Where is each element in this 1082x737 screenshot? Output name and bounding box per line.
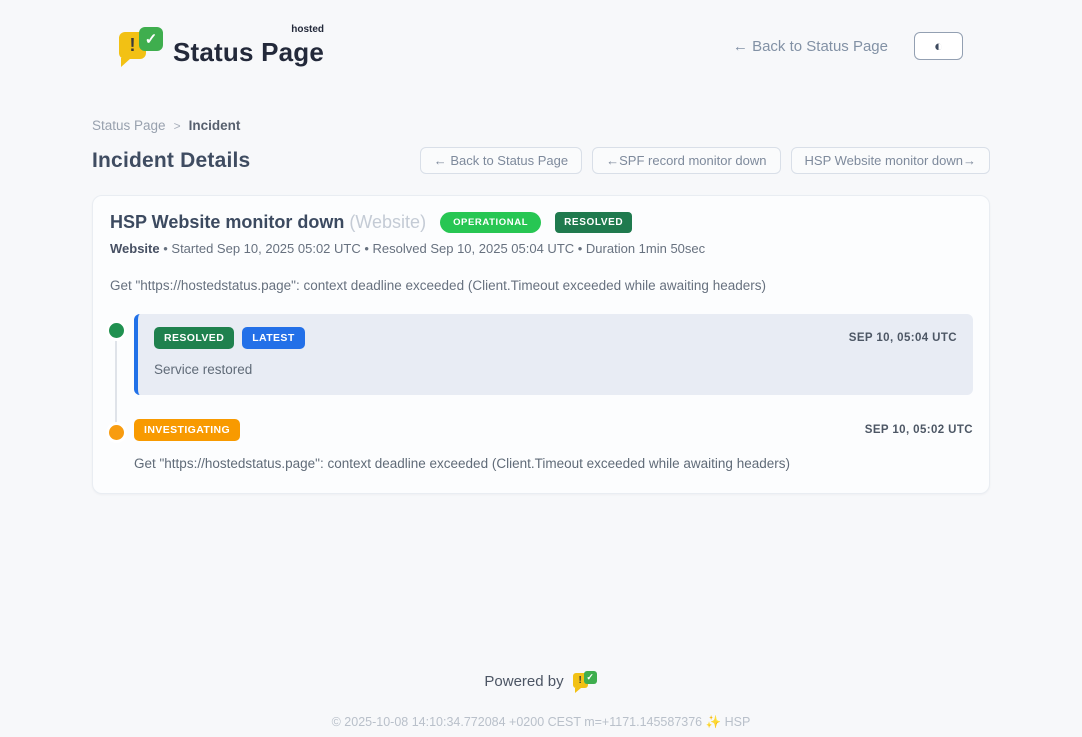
incident-service: Website	[110, 241, 160, 256]
timeline-entry-head: RESOLVED LATEST SEP 10, 05:04 UTC	[154, 327, 957, 349]
powered-by: Powered by ! ✓	[0, 670, 1082, 693]
topbar: ! ✓ Status Page hosted ← Back to Status …	[119, 0, 963, 76]
timeline-entry-resolved: RESOLVED LATEST SEP 10, 05:04 UTC Servic…	[109, 314, 973, 395]
incident-title-text: HSP Website monitor down	[110, 212, 344, 232]
timeline-entry-plain-box: INVESTIGATING SEP 10, 05:02 UTC Get "htt…	[134, 419, 973, 471]
investigating-badge: INVESTIGATING	[134, 419, 240, 441]
timeline-message: Get "https://hostedstatus.page": context…	[134, 456, 973, 471]
incident-timeline: RESOLVED LATEST SEP 10, 05:04 UTC Servic…	[109, 314, 973, 471]
page-title: Incident Details	[92, 149, 250, 173]
timeline-entry-highlight-box: RESOLVED LATEST SEP 10, 05:04 UTC Servic…	[134, 314, 973, 395]
timeline-message: Service restored	[154, 362, 957, 377]
incident-card: HSP Website monitor down (Website) OPERA…	[92, 195, 990, 494]
timeline-timestamp: SEP 10, 05:02 UTC	[865, 424, 973, 436]
back-to-status-page-button[interactable]: ← Back to Status Page	[420, 147, 582, 174]
timeline-entry-badges: RESOLVED LATEST	[154, 327, 305, 349]
timeline-entry-head: INVESTIGATING SEP 10, 05:02 UTC	[134, 419, 973, 441]
powered-by-label: Powered by	[484, 673, 563, 690]
incident-meta-details: • Started Sep 10, 2025 05:02 UTC • Resol…	[163, 241, 705, 256]
theme-toggle-button[interactable]: ◐	[914, 32, 963, 60]
timeline-timestamp: SEP 10, 05:04 UTC	[849, 332, 957, 344]
title-row: Incident Details ← Back to Status Page ←…	[92, 147, 990, 174]
incident-meta: Website • Started Sep 10, 2025 05:02 UTC…	[109, 241, 973, 256]
topbar-actions: ← Back to Status Page ◐	[733, 32, 963, 60]
checkmark-icon: ✓	[584, 671, 597, 684]
brand-superscript: hosted	[291, 24, 324, 35]
copyright-text: © 2025-10-08 14:10:34.772084 +0200 CEST …	[0, 715, 1082, 730]
resolved-status-badge: RESOLVED	[555, 212, 632, 233]
incident-scope: (Website)	[349, 212, 426, 232]
prev-incident-button[interactable]: ←SPF record monitor down	[592, 147, 780, 174]
statuspage-footer-logo-icon[interactable]: ! ✓	[573, 670, 598, 693]
incident-nav-buttons: ← Back to Status Page ←SPF record monito…	[420, 147, 990, 174]
resolved-badge: RESOLVED	[154, 327, 234, 349]
latest-badge: LATEST	[242, 327, 304, 349]
next-incident-button[interactable]: HSP Website monitor down→	[791, 147, 990, 174]
breadcrumb: Status Page > Incident	[92, 118, 990, 133]
brand-name: Status Page	[173, 37, 324, 67]
timeline-entry-investigating: INVESTIGATING SEP 10, 05:02 UTC Get "htt…	[109, 419, 973, 471]
timeline-dot-green	[109, 323, 124, 338]
incident-title-row: HSP Website monitor down (Website) OPERA…	[109, 212, 973, 233]
breadcrumb-incident: Incident	[189, 118, 241, 133]
back-to-status-page-link[interactable]: ← Back to Status Page	[733, 38, 888, 55]
incident-title: HSP Website monitor down (Website)	[110, 212, 426, 233]
breadcrumb-status-page[interactable]: Status Page	[92, 118, 166, 133]
timeline-entry-badges: INVESTIGATING	[134, 419, 240, 441]
logo-wordmark: Status Page hosted	[173, 25, 324, 68]
main-container: Status Page > Incident Incident Details …	[92, 118, 990, 494]
half-circle-icon: ◐	[934, 39, 943, 54]
footer: Powered by ! ✓ © 2025-10-08 14:10:34.772…	[0, 670, 1082, 730]
timeline-dot-orange	[109, 425, 124, 440]
statuspage-logo-icon: ! ✓	[119, 25, 163, 67]
incident-description: Get "https://hostedstatus.page": context…	[109, 278, 973, 293]
operational-status-badge: OPERATIONAL	[440, 212, 541, 233]
logo[interactable]: ! ✓ Status Page hosted	[119, 25, 324, 68]
breadcrumb-separator: >	[174, 119, 181, 133]
checkmark-icon: ✓	[139, 27, 163, 51]
